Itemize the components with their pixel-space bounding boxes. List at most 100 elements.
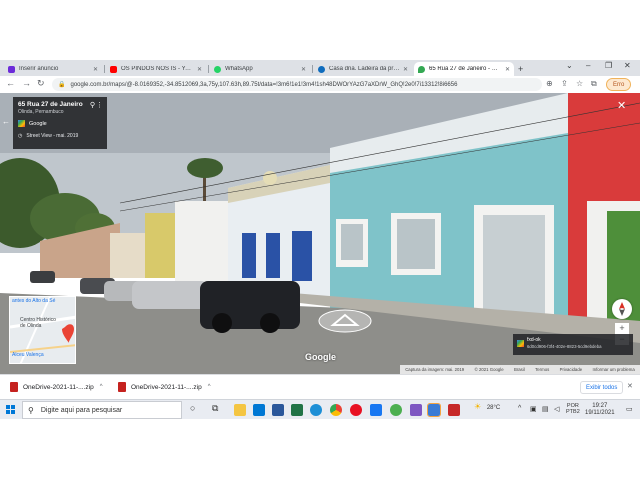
- chevron-up-icon[interactable]: ^: [100, 384, 103, 390]
- input-language-indicator[interactable]: POR PTB2: [566, 403, 580, 415]
- footer-privacy-link[interactable]: Privacidade: [560, 367, 582, 372]
- download-bar: OneDrive-2021-11-....zip ^ OneDrive-2021…: [0, 374, 640, 399]
- chevron-up-icon[interactable]: ^: [518, 405, 521, 412]
- file-explorer-icon[interactable]: [234, 404, 246, 416]
- address-bar[interactable]: 🔒 google.com.br/maps/@-8.0169352,-34.851…: [52, 78, 542, 91]
- volume-icon[interactable]: ◁: [554, 405, 559, 413]
- clock-history-icon: ◷: [18, 133, 23, 139]
- map-pin-icon[interactable]: ⚲: [90, 101, 95, 109]
- map-label: Centro Histórico de Olinda: [20, 317, 56, 329]
- search-placeholder: Digite aqui para pesquisar: [40, 406, 123, 414]
- back-arrow-icon[interactable]: ←: [2, 117, 10, 126]
- forward-arrow-icon[interactable]: →: [22, 78, 31, 88]
- zip-file-icon: [118, 382, 126, 392]
- mcafee-icon[interactable]: [448, 404, 460, 416]
- notifications-icon[interactable]: ▭: [626, 405, 633, 413]
- street-view-viewport[interactable]: ← 65 Rua 27 de Janeiro Olinda, Pernambuc…: [0, 93, 640, 374]
- map-label: Alceu Valença: [12, 352, 44, 358]
- minimize-icon[interactable]: –: [586, 61, 590, 70]
- tab-separator: [208, 65, 209, 73]
- excel-icon[interactable]: [291, 404, 303, 416]
- reload-icon[interactable]: ↻: [37, 78, 45, 89]
- map-label: antes do Alto da Sé: [12, 298, 56, 304]
- weather-widget[interactable]: ☀ 28°C: [474, 402, 500, 411]
- google-contributor-icon: [18, 120, 25, 127]
- windows-start-icon[interactable]: [6, 405, 15, 414]
- provider-label: Google: [29, 120, 47, 127]
- photos-icon[interactable]: [427, 403, 441, 417]
- browser-toolbar: ← → ↻ 🔒 google.com.br/maps/@-8.0169352,-…: [0, 76, 640, 93]
- cortana-icon[interactable]: ○: [190, 403, 195, 413]
- chrome-icon[interactable]: [330, 404, 342, 416]
- whatsapp-icon: [214, 65, 221, 73]
- app-icon[interactable]: [390, 404, 402, 416]
- network-icon[interactable]: ▤: [542, 405, 549, 413]
- show-all-downloads-button[interactable]: Exibir todos: [580, 381, 624, 394]
- thumbnail-subtitle: 6d0cd906-f3f4-402e-8823-5cd9ebdeba: [527, 344, 602, 349]
- app-icon[interactable]: [410, 404, 422, 416]
- taskbar-search-input[interactable]: ⚲ Digite aqui para pesquisar: [22, 401, 182, 419]
- facebook-icon[interactable]: [370, 404, 382, 416]
- clock-date: 19/11/2021: [585, 410, 615, 416]
- close-download-bar-icon[interactable]: ✕: [627, 382, 633, 390]
- tab-search-chevron-icon[interactable]: ⌄: [566, 61, 573, 70]
- imagery-date-label: Street View - mai. 2019: [26, 133, 79, 139]
- zip-file-icon: [10, 382, 18, 392]
- compass-icon[interactable]: [612, 299, 632, 319]
- cloud-icon: [318, 65, 325, 73]
- map-footer: Captura da imagem: mai. 2019 © 2021 Goog…: [400, 365, 640, 374]
- close-window-icon[interactable]: ✕: [624, 61, 631, 70]
- close-tab-icon[interactable]: ✕: [505, 66, 510, 73]
- footer-terms-link[interactable]: Termos: [535, 367, 549, 372]
- extensions-puzzle-icon[interactable]: ⧉: [591, 79, 597, 89]
- tab-google-maps[interactable]: 65 Rua 27 de Janeiro - Google Maps ✕: [414, 62, 514, 76]
- download-item[interactable]: OneDrive-2021-11-....zip ^: [118, 382, 211, 392]
- compass-needle: [619, 302, 625, 316]
- photo-icon: [517, 340, 524, 347]
- tab-whatsapp[interactable]: WhatsApp ✕: [210, 62, 310, 76]
- zoom-in-button[interactable]: +: [615, 323, 629, 334]
- photo-thumbnail-card[interactable]: fxd-ok 6d0cd906-f3f4-402e-8823-5cd9ebdeb…: [513, 334, 633, 355]
- restore-icon[interactable]: ❐: [605, 61, 612, 70]
- app-tray-icon[interactable]: ▣: [530, 405, 537, 413]
- download-item[interactable]: OneDrive-2021-11-....zip ^: [10, 382, 103, 392]
- search-icon: ⚲: [28, 405, 34, 415]
- new-tab-button[interactable]: +: [518, 62, 532, 76]
- tab-label: Inserir anúncio: [19, 66, 59, 72]
- tab-separator: [312, 65, 313, 73]
- footer-region[interactable]: Brasil: [514, 367, 525, 372]
- tab-label: WhatsApp: [225, 66, 253, 72]
- install-app-icon[interactable]: ⊕: [546, 79, 553, 88]
- clock-time: 19:27: [592, 403, 608, 409]
- share-icon[interactable]: ⇪: [561, 79, 568, 88]
- close-street-view-icon[interactable]: ✕: [617, 99, 626, 112]
- tab-youtube[interactable]: OS PINDOS NOS IS - YouTube ✕: [106, 62, 206, 76]
- address-url: google.com.br/maps/@-8.0169352,-34.85120…: [70, 81, 458, 88]
- windows-taskbar: ⚲ Digite aqui para pesquisar ○ ⧉ ☀ 28°C …: [0, 399, 640, 419]
- close-tab-icon[interactable]: ✕: [301, 66, 306, 73]
- close-tab-icon[interactable]: ✕: [403, 66, 408, 73]
- back-arrow-icon[interactable]: ←: [6, 78, 15, 88]
- system-clock[interactable]: 19:27 19/11/2021: [585, 403, 615, 417]
- bookmark-star-icon[interactable]: ☆: [576, 79, 583, 88]
- mini-map[interactable]: antes do Alto da Sé Centro Histórico de …: [9, 296, 76, 364]
- edge-icon[interactable]: [310, 404, 322, 416]
- more-options-icon[interactable]: ⋮: [96, 101, 103, 109]
- tab-label: OS PINDOS NOS IS - YouTube: [121, 66, 194, 72]
- word-icon[interactable]: [272, 404, 284, 416]
- chevron-up-icon[interactable]: ^: [208, 384, 211, 390]
- tab-inserir-anuncio[interactable]: Inserir anúncio ✕: [4, 62, 102, 76]
- tab-casa-ladeira[interactable]: Casa dna. Ladeira da prefeitura ✕: [314, 62, 412, 76]
- task-view-icon[interactable]: ⧉: [212, 403, 218, 414]
- close-tab-icon[interactable]: ✕: [93, 66, 98, 73]
- profile-error-button[interactable]: Erro: [606, 78, 632, 91]
- opera-icon[interactable]: [350, 404, 362, 416]
- close-tab-icon[interactable]: ✕: [197, 66, 202, 73]
- footer-report-link[interactable]: Informar um problema: [593, 367, 635, 372]
- google-watermark: Google: [305, 352, 336, 362]
- mail-icon[interactable]: [253, 404, 265, 416]
- temperature-label: 28°C: [486, 405, 501, 411]
- imagery-date[interactable]: ◷ Street View - mai. 2019: [18, 133, 102, 139]
- download-filename: OneDrive-2021-11-....zip: [131, 383, 202, 391]
- footer-copyright: © 2021 Google: [474, 367, 504, 372]
